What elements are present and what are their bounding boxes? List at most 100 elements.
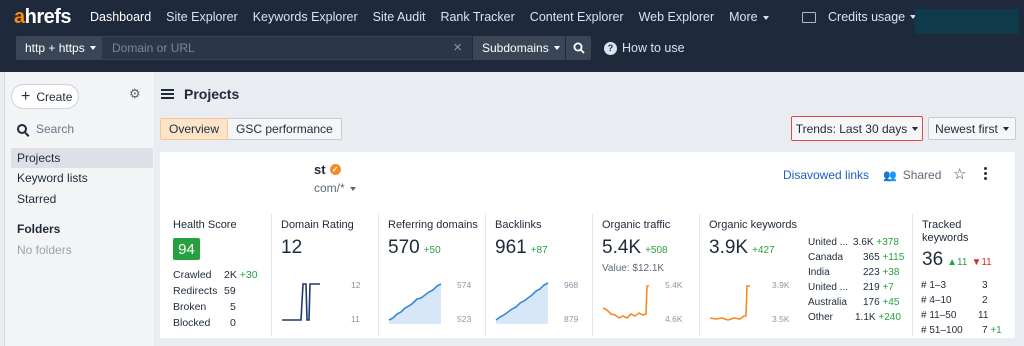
ahrefs-logo[interactable]: ahrefs — [14, 6, 72, 29]
search-icon — [573, 42, 585, 54]
star-icon[interactable]: ☆ — [953, 165, 966, 183]
nav-dashboard[interactable]: Dashboard — [90, 10, 151, 24]
domain-rating-value: 12 — [281, 237, 303, 258]
backlinks-value: 961 +87 — [495, 237, 548, 259]
help-icon: ? — [604, 41, 617, 55]
blocked-value: 0 — [230, 317, 236, 329]
chevron-down-icon — [1002, 126, 1009, 131]
country-row[interactable]: United ... — [808, 282, 848, 293]
project-url-select[interactable]: com/* — [314, 181, 356, 195]
nav-more[interactable]: More — [729, 10, 769, 24]
health-row-label: Blocked — [173, 317, 211, 329]
nav-site-explorer[interactable]: Site Explorer — [166, 10, 238, 24]
menu-icon[interactable] — [161, 87, 174, 101]
clear-icon[interactable]: × — [453, 39, 462, 56]
trends-period-label: Trends: Last 30 days — [795, 121, 908, 136]
country-row[interactable]: Australia — [808, 297, 847, 308]
backlinks-ymax: 968 — [564, 280, 579, 290]
page-title: Projects — [184, 86, 240, 102]
organic-traffic-value: 5.4K +508 — [602, 237, 668, 259]
sidebar-search[interactable]: Search — [17, 122, 74, 136]
country-value: 3.6K — [853, 237, 874, 248]
organic-keywords-metric[interactable]: Organic keywords 3.9K +427 3.9K 3.5K — [699, 214, 801, 336]
project-card: st ✓ com/* Disavowed links 👥 Shared ☆ Heal… — [160, 152, 1015, 338]
sidebar-item-starred[interactable]: Starred — [11, 189, 153, 209]
country-values: 365 +115 — [863, 252, 904, 263]
tab-gsc-performance[interactable]: GSC performance — [228, 118, 342, 140]
tracked-row-number: 7 — [982, 325, 988, 336]
nav-web-explorer[interactable]: Web Explorer — [639, 10, 715, 24]
page-title-row: Projects — [161, 86, 239, 102]
organic-traffic-metric[interactable]: Organic traffic 5.4K +508 Value: $12.1K 5… — [592, 214, 695, 336]
create-button[interactable]: + Create — [11, 84, 79, 109]
referring-domains-sparkline — [388, 283, 442, 324]
tracked-keywords-value: 36 ▲11 ▼11 — [922, 249, 992, 271]
country-row[interactable]: United ... — [808, 237, 848, 248]
health-score-label: Health Score — [173, 219, 237, 231]
domain-rating-label: Domain Rating — [281, 219, 354, 231]
sidebar-item-keyword-lists[interactable]: Keyword lists — [11, 168, 153, 188]
shared-button[interactable]: 👥 Shared — [883, 168, 941, 182]
health-row-label: Crawled — [173, 269, 212, 281]
disavowed-links-link[interactable]: Disavowed links — [783, 168, 869, 182]
backlinks-label: Backlinks — [495, 219, 542, 231]
backlinks-number: 961 — [495, 237, 527, 258]
gear-icon[interactable]: ⚙ — [129, 86, 141, 102]
chevron-down-icon — [912, 126, 919, 131]
nav-site-audit[interactable]: Site Audit — [373, 10, 426, 24]
country-row[interactable]: Other — [808, 312, 833, 323]
country-row[interactable]: India — [808, 267, 830, 278]
main-nav: Dashboard Site Explorer Keywords Explore… — [90, 10, 769, 24]
country-value: 1.1K — [855, 312, 876, 323]
health-row-value: 2K +30 — [224, 269, 258, 281]
nav-keywords-explorer[interactable]: Keywords Explorer — [253, 10, 358, 24]
domain-url-input[interactable]: Domain or URL × — [102, 36, 472, 60]
backlinks-delta: +87 — [530, 245, 548, 256]
project-title[interactable]: st ✓ — [314, 162, 341, 177]
sort-select[interactable]: Newest first — [928, 117, 1016, 140]
credits-usage-menu[interactable]: Credits usage — [802, 10, 917, 24]
tracked-up-count: 11 — [957, 257, 968, 268]
tab-overview[interactable]: Overview — [160, 118, 229, 140]
tracked-row-delta: +1 — [990, 325, 1002, 336]
referring-domains-number: 570 — [388, 237, 420, 258]
search-button[interactable] — [565, 36, 591, 60]
country-values: 223 +38 — [863, 267, 899, 278]
organic-traffic-ymin: 4.6K — [665, 314, 683, 324]
protocol-label: http + https — [25, 41, 85, 55]
sidebar-item-projects[interactable]: Projects — [11, 148, 153, 168]
search-mode-select[interactable]: Subdomains — [472, 36, 565, 60]
folders-empty-note: No folders — [17, 243, 72, 257]
tracked-row-value: 11 — [978, 310, 989, 321]
monitor-icon[interactable] — [802, 11, 816, 23]
health-row-label: Redirects — [173, 285, 218, 297]
sidebar: + Create ⚙ Search Projects Keyword lists … — [4, 72, 154, 346]
backlinks-metric[interactable]: Backlinks 961 +87 968 879 — [485, 214, 588, 336]
country-name: Other — [808, 312, 834, 323]
sidebar-search-label: Search — [36, 122, 75, 136]
protocol-select[interactable]: http + https — [16, 36, 102, 60]
tracked-row-label: # 11–50 — [921, 310, 957, 321]
how-to-use-link[interactable]: ? How to use — [604, 41, 685, 55]
sort-label: Newest first — [935, 121, 998, 136]
credits-usage-label: Credits usage — [828, 10, 906, 24]
domain-rating-metric[interactable]: Domain Rating 12 12 11 — [271, 214, 374, 336]
country-row[interactable]: Canada — [808, 252, 843, 263]
search-bar: http + https Domain or URL × Subdomains — [16, 36, 591, 60]
referring-domains-ymax: 574 — [457, 280, 472, 290]
account-button[interactable] — [915, 9, 1019, 34]
referring-domains-metric[interactable]: Referring domains 570 +50 574 523 — [378, 214, 481, 336]
country-name: United ... — [808, 237, 849, 248]
crawled-value: 2K — [224, 269, 237, 281]
country-value: 219 — [863, 282, 880, 293]
more-options-icon[interactable] — [984, 167, 987, 182]
plus-icon: + — [21, 87, 31, 105]
organic-traffic-value-label: Value: $12.1K — [602, 263, 665, 274]
nav-content-explorer[interactable]: Content Explorer — [530, 10, 624, 24]
country-delta: +45 — [882, 297, 900, 308]
chevron-down-icon — [762, 15, 769, 20]
nav-rank-tracker[interactable]: Rank Tracker — [440, 10, 514, 24]
trends-period-select[interactable]: Trends: Last 30 days — [791, 116, 923, 141]
organic-traffic-label: Organic traffic — [602, 219, 671, 231]
tracked-row-value: 7 +1 — [982, 325, 1002, 336]
